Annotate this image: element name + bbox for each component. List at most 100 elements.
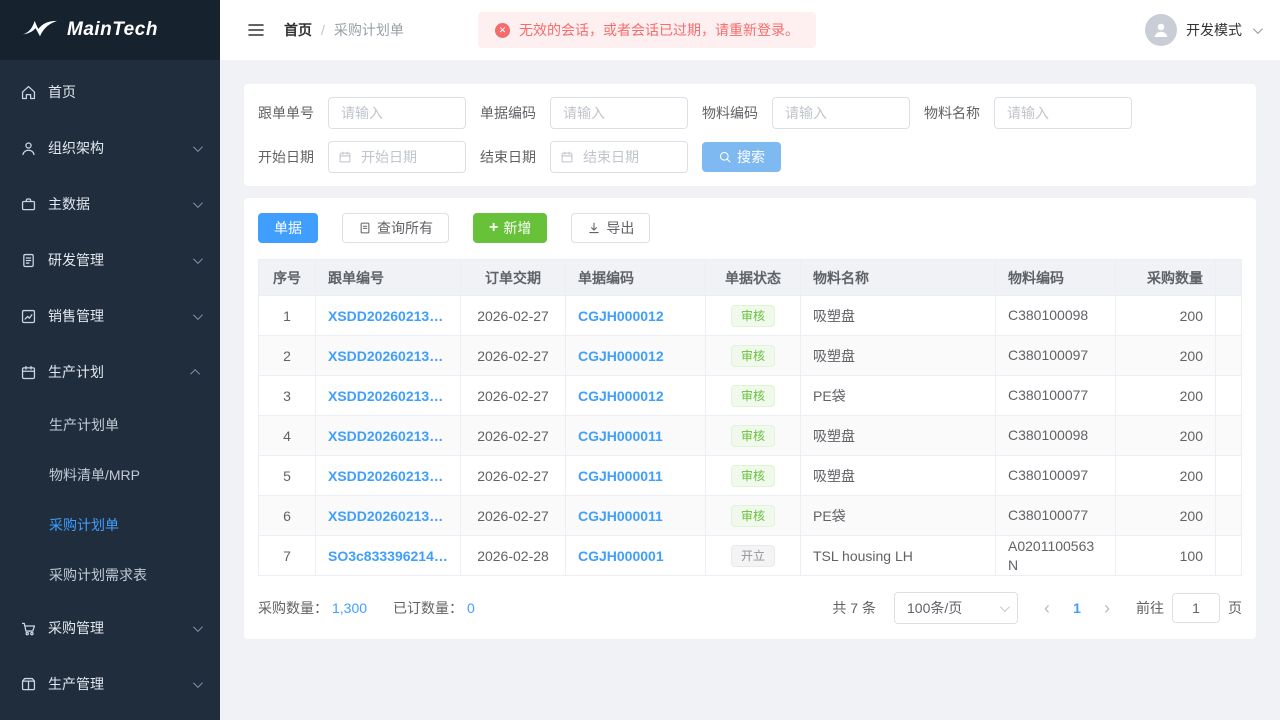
filter-field-0: 跟单单号 <box>258 97 466 129</box>
sidebar-subitem-0[interactable]: 生产计划单 <box>0 400 220 450</box>
avatar <box>1145 14 1177 46</box>
filter-input-0[interactable] <box>328 97 466 129</box>
export-button-label: 导出 <box>606 218 634 238</box>
status-badge: 审核 <box>731 505 775 527</box>
doc-no-link[interactable]: CGJH000012 <box>566 336 706 376</box>
filter-input-1[interactable] <box>550 97 688 129</box>
cell-due-date: 2026-02-27 <box>461 456 566 496</box>
cell-material-name: 吸塑盘 <box>801 336 996 376</box>
order-no-link[interactable]: XSDD2026021306… <box>316 416 461 456</box>
add-button[interactable]: + 新增 <box>473 213 547 243</box>
ordered-qty-value: 0 <box>467 600 475 616</box>
breadcrumb-current: 采购计划单 <box>334 20 404 40</box>
breadcrumb-home[interactable]: 首页 <box>284 20 312 40</box>
app: MainTech 首页组织架构主数据研发管理销售管理生产计划生产计划单物料清单/… <box>0 0 1280 720</box>
total-count: 共 7 条 <box>832 598 876 618</box>
col-due-date: 订单交期 <box>461 260 566 296</box>
sidebar-item-1[interactable]: 组织架构 <box>0 120 220 176</box>
cell-status: 审核 <box>706 336 801 376</box>
chevron-down-icon <box>1253 24 1263 34</box>
brand-logo-icon <box>22 18 58 43</box>
user-mode-label: 开发模式 <box>1186 20 1242 40</box>
user-menu[interactable]: 开发模式 <box>1145 14 1260 46</box>
export-button[interactable]: 导出 <box>571 213 650 243</box>
doc-no-link[interactable]: CGJH000011 <box>566 496 706 536</box>
chevron-up-icon <box>190 368 200 378</box>
query-all-button[interactable]: 查询所有 <box>342 213 449 243</box>
filter-row-1: 跟单单号单据编码物料编码物料名称 <box>258 97 1242 129</box>
content: 跟单单号单据编码物料编码物料名称 开始日期结束日期 搜索 单据 查询所有 <box>220 60 1280 720</box>
sidebar-subitem-1[interactable]: 物料清单/MRP <box>0 450 220 500</box>
order-no-link[interactable]: XSDD2026021306… <box>316 336 461 376</box>
cell-seq: 6 <box>259 496 316 536</box>
doc-no-link[interactable]: CGJH000001 <box>566 536 706 576</box>
page-size-select[interactable]: 100条/页 <box>894 592 1018 624</box>
cell-status: 审核 <box>706 296 801 336</box>
sidebar-item-5[interactable]: 生产计划 <box>0 344 220 400</box>
filter-label: 单据编码 <box>480 103 536 123</box>
sidebar-item-6[interactable]: 采购管理 <box>0 600 220 656</box>
search-button[interactable]: 搜索 <box>702 142 781 172</box>
chevron-down-icon <box>193 142 203 152</box>
brand-logo: MainTech <box>0 0 220 60</box>
cell-material-code: C380100097 <box>996 336 1116 376</box>
plus-icon: + <box>489 220 498 236</box>
doc-no-link[interactable]: CGJH000012 <box>566 376 706 416</box>
current-page[interactable]: 1 <box>1062 600 1092 616</box>
filter-input-2[interactable] <box>772 97 910 129</box>
order-no-link[interactable]: XSDD2026021306… <box>316 496 461 536</box>
status-badge: 审核 <box>731 345 775 367</box>
order-no-link[interactable]: XSDD2026021306… <box>316 376 461 416</box>
filter-input-3[interactable] <box>994 97 1132 129</box>
cell-qty: 200 <box>1116 416 1216 456</box>
col-qty: 采购数量 <box>1116 260 1216 296</box>
filter-label: 跟单单号 <box>258 103 314 123</box>
doc-button[interactable]: 单据 <box>258 213 318 243</box>
table-row: 6XSDD2026021306…2026-02-27CGJH000011审核PE… <box>259 496 1242 536</box>
sidebar-item-4[interactable]: 销售管理 <box>0 288 220 344</box>
sidebar-item-7[interactable]: 生产管理 <box>0 656 220 712</box>
cell-due-date: 2026-02-27 <box>461 296 566 336</box>
chevron-down-icon <box>1000 602 1010 612</box>
doc-no-link[interactable]: CGJH000011 <box>566 416 706 456</box>
next-page-button[interactable]: › <box>1092 598 1122 619</box>
filter-card: 跟单单号单据编码物料编码物料名称 开始日期结束日期 搜索 <box>244 84 1256 186</box>
toolbar: 单据 查询所有 + 新增 导出 <box>258 213 1242 243</box>
cell-extra <box>1216 456 1242 496</box>
purchase-qty-label: 采购数量： <box>258 598 328 618</box>
document-icon <box>20 252 37 269</box>
cell-material-code: C380100098 <box>996 296 1116 336</box>
sidebar-item-label: 生产计划 <box>48 362 104 382</box>
order-no-link[interactable]: XSDD2026021306… <box>316 456 461 496</box>
doc-no-link[interactable]: CGJH000011 <box>566 456 706 496</box>
chevron-down-icon <box>193 622 203 632</box>
goto-page-input[interactable] <box>1172 593 1220 623</box>
order-no-link[interactable]: SO3c833396214e40 <box>316 536 461 576</box>
doc-button-label: 单据 <box>274 218 302 238</box>
order-no-link[interactable]: XSDD2026021306… <box>316 296 461 336</box>
alert-text: 无效的会话，或者会话已过期，请重新登录。 <box>519 20 799 40</box>
date-field-0: 开始日期 <box>258 141 466 173</box>
page-unit-label: 页 <box>1228 598 1242 618</box>
sidebar-item-0[interactable]: 首页 <box>0 64 220 120</box>
date-field-1: 结束日期 <box>480 141 688 173</box>
prev-page-button[interactable]: ‹ <box>1032 598 1062 619</box>
date-label: 开始日期 <box>258 147 314 167</box>
sidebar-subitem-3[interactable]: 采购计划需求表 <box>0 550 220 600</box>
cell-extra <box>1216 296 1242 336</box>
menu-collapse-icon[interactable] <box>246 20 266 40</box>
cell-material-code: C380100098 <box>996 416 1116 456</box>
sidebar-item-label: 组织架构 <box>48 138 104 158</box>
cell-status: 审核 <box>706 376 801 416</box>
sidebar-subitem-2[interactable]: 采购计划单 <box>0 500 220 550</box>
main: 首页 / 采购计划单 ✕ 无效的会话，或者会话已过期，请重新登录。 开发模式 跟… <box>220 0 1280 720</box>
filter-label: 物料名称 <box>924 103 980 123</box>
session-alert: ✕ 无效的会话，或者会话已过期，请重新登录。 <box>478 12 816 48</box>
sidebar-item-label: 主数据 <box>48 194 90 214</box>
cell-due-date: 2026-02-27 <box>461 416 566 456</box>
cell-extra <box>1216 496 1242 536</box>
doc-no-link[interactable]: CGJH000012 <box>566 296 706 336</box>
sidebar-item-3[interactable]: 研发管理 <box>0 232 220 288</box>
topbar: 首页 / 采购计划单 ✕ 无效的会话，或者会话已过期，请重新登录。 开发模式 <box>220 0 1280 60</box>
sidebar-item-2[interactable]: 主数据 <box>0 176 220 232</box>
